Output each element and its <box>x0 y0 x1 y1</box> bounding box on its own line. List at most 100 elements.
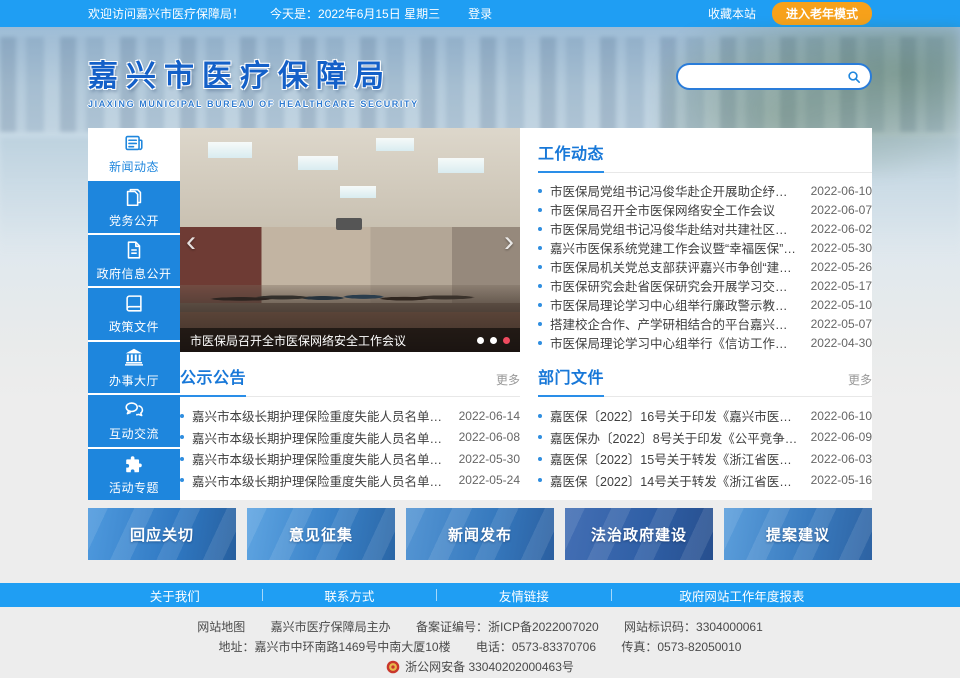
bullet-icon <box>538 322 542 326</box>
dept-file-item[interactable]: 嘉医保〔2022〕15号关于转发《浙江省医疗保... 2022-06-03 <box>538 448 872 470</box>
news-item[interactable]: 嘉兴市医保系统党建工作会议暨“幸福医保”党建联... 2022-05-30 <box>538 238 872 257</box>
announcement-item-title[interactable]: 嘉兴市本级长期护理保险重度失能人员名单公示（2... <box>192 471 447 490</box>
sidebar-item-interaction[interactable]: 互动交流 <box>88 395 180 446</box>
dept-file-item-date: 2022-06-03 <box>811 452 872 466</box>
elder-mode-button[interactable]: 进入老年模式 <box>772 2 872 25</box>
bullet-icon <box>180 478 184 482</box>
dept-file-item-title[interactable]: 嘉医保〔2022〕15号关于转发《浙江省医疗保... <box>550 449 799 468</box>
news-item[interactable]: 市医保局召开全市医保网络安全工作会议 2022-06-07 <box>538 200 872 219</box>
carousel-dot[interactable] <box>503 337 510 344</box>
announcements-list: 嘉兴市本级长期护理保险重度失能人员名单公示（2... 2022-06-14 嘉兴… <box>180 397 520 491</box>
news-item-title[interactable]: 市医保局理论学习中心组举行廉政警示教育专题学习... <box>550 295 799 314</box>
news-item[interactable]: 市医保局机关党总支部获评嘉兴市争创“建设清廉机... 2022-05-26 <box>538 257 872 276</box>
dept-file-item[interactable]: 嘉医保办〔2022〕8号关于印发《公平竞争审查... 2022-06-09 <box>538 427 872 449</box>
fax-text: 传真：0573-82050010 <box>621 640 741 654</box>
banner-news-release[interactable]: 新闻发布 <box>406 508 554 560</box>
news-item-title[interactable]: 市医保局理论学习中心组举行《信访工作条例》专题... <box>550 333 799 352</box>
sitemap-link[interactable]: 网站地图 <box>197 620 245 634</box>
dept-file-item-title[interactable]: 嘉医保〔2022〕16号关于印发《嘉兴市医疗保... <box>550 406 799 425</box>
carousel-photo-projector <box>336 218 362 230</box>
announcements-title[interactable]: 公示公告 <box>180 364 246 397</box>
news-item-title[interactable]: 市医保局党组书记冯俊华赴结对共建社区指导全国文... <box>550 219 799 238</box>
search-box[interactable] <box>676 63 872 90</box>
content-card: 新闻动态 党务公开 政府信息公开 政策文件 <box>88 128 872 500</box>
footer-link-contact[interactable]: 联系方式 <box>263 586 437 605</box>
carousel-caption-bar: 市医保局召开全市医保网络安全工作会议 <box>180 328 520 352</box>
footer-link-about[interactable]: 关于我们 <box>88 586 262 605</box>
public-security-number[interactable]: 浙公网安备 33040202000463号 <box>405 660 574 674</box>
carousel-dots <box>477 337 510 344</box>
news-item-title[interactable]: 市医保研究会赴省医保研究会开展学习交流活动 <box>550 276 799 295</box>
carousel-prev-arrow[interactable]: ‹ <box>186 227 196 257</box>
sidebar-item-policy-files[interactable]: 政策文件 <box>88 288 180 339</box>
news-item-title[interactable]: 市医保局召开全市医保网络安全工作会议 <box>550 200 799 219</box>
announcement-item[interactable]: 嘉兴市本级长期护理保险重度失能人员名单公示（2... 2022-05-30 <box>180 448 520 470</box>
sidebar-item-special-topics[interactable]: 活动专题 <box>88 449 180 500</box>
public-security-emblem-icon <box>386 660 400 674</box>
dept-file-item-date: 2022-05-16 <box>811 473 872 487</box>
carousel-dot[interactable] <box>490 337 497 344</box>
document-icon <box>123 239 145 261</box>
search-icon[interactable] <box>846 69 862 85</box>
dept-file-item-title[interactable]: 嘉医保〔2022〕14号关于转发《浙江省医疗保... <box>550 471 799 490</box>
news-item[interactable]: 市医保研究会赴省医保研究会开展学习交流活动 2022-05-17 <box>538 276 872 295</box>
dept-file-item-title[interactable]: 嘉医保办〔2022〕8号关于印发《公平竞争审查... <box>550 428 799 447</box>
announcement-item[interactable]: 嘉兴市本级长期护理保险重度失能人员名单公示（2... 2022-05-24 <box>180 470 520 492</box>
news-item-title[interactable]: 嘉兴市医保系统党建工作会议暨“幸福医保”党建联... <box>550 238 799 257</box>
news-item[interactable]: 市医保局党组书记冯俊华赴企开展助企纾困活动 2022-06-10 <box>538 181 872 200</box>
dept-files-title[interactable]: 部门文件 <box>538 364 604 397</box>
bullet-icon <box>538 265 542 269</box>
dept-files-more-link[interactable]: 更多 <box>848 371 872 396</box>
news-item[interactable]: 搭建校企合作、产学研相结合的平台嘉兴市长期护理... 2022-05-07 <box>538 314 872 333</box>
banner-rule-of-law-gov[interactable]: 法治政府建设 <box>565 508 713 560</box>
announcement-item-date: 2022-06-14 <box>459 409 520 423</box>
banner-respond-concerns[interactable]: 回应关切 <box>88 508 236 560</box>
favorite-link[interactable]: 收藏本站 <box>708 5 756 22</box>
news-carousel[interactable]: ‹ › 市医保局召开全市医保网络安全工作会议 <box>180 128 520 352</box>
banner-proposals[interactable]: 提案建议 <box>724 508 872 560</box>
news-item[interactable]: 市医保局党组书记冯俊华赴结对共建社区指导全国文... 2022-06-02 <box>538 219 872 238</box>
footer-link-annual-report[interactable]: 政府网站工作年度报表 <box>612 586 872 605</box>
news-item-date: 2022-05-17 <box>811 279 872 293</box>
carousel-dot[interactable] <box>477 337 484 344</box>
carousel-next-arrow[interactable]: › <box>504 227 514 257</box>
sidebar-item-gov-info[interactable]: 政府信息公开 <box>88 235 180 286</box>
today-date: 今天是：2022年6月15日 星期三 <box>270 5 440 22</box>
announcement-item-title[interactable]: 嘉兴市本级长期护理保险重度失能人员名单公示（2... <box>192 449 447 468</box>
dept-files-list: 嘉医保〔2022〕16号关于印发《嘉兴市医疗保... 2022-06-10 嘉医… <box>538 397 872 491</box>
news-item-title[interactable]: 市医保局机关党总支部获评嘉兴市争创“建设清廉机... <box>550 257 799 276</box>
announcement-item-title[interactable]: 嘉兴市本级长期护理保险重度失能人员名单公示（2... <box>192 406 447 425</box>
announcement-item[interactable]: 嘉兴市本级长期护理保险重度失能人员名单公示（2... 2022-06-08 <box>180 427 520 449</box>
search-input[interactable] <box>690 70 846 84</box>
bullet-icon <box>538 457 542 461</box>
section-announcements: 公示公告 更多 嘉兴市本级长期护理保险重度失能人员名单公示（2... 2022-… <box>180 352 520 500</box>
news-item-date: 2022-06-02 <box>811 222 872 236</box>
sidebar-item-party-affairs[interactable]: 党务公开 <box>88 181 180 232</box>
announcement-item-title[interactable]: 嘉兴市本级长期护理保险重度失能人员名单公示（2... <box>192 428 447 447</box>
sidebar-item-news[interactable]: 新闻动态 <box>88 128 180 179</box>
bullet-icon <box>538 189 542 193</box>
work-news-title[interactable]: 工作动态 <box>538 140 604 173</box>
section-dept-files: 部门文件 更多 嘉医保〔2022〕16号关于印发《嘉兴市医疗保... 2022-… <box>538 352 872 500</box>
news-item-title[interactable]: 搭建校企合作、产学研相结合的平台嘉兴市长期护理... <box>550 314 799 333</box>
news-item[interactable]: 市医保局理论学习中心组举行廉政警示教育专题学习... 2022-05-10 <box>538 295 872 314</box>
login-link[interactable]: 登录 <box>468 5 492 22</box>
bullet-icon <box>538 246 542 250</box>
news-item-date: 2022-06-10 <box>811 184 872 198</box>
sidebar-item-service-hall[interactable]: 办事大厅 <box>88 342 180 393</box>
site-logo[interactable]: 嘉兴市医疗保障局 JIAXING MUNICIPAL BUREAU OF HEA… <box>88 51 419 109</box>
quick-link-banners: 回应关切 意见征集 新闻发布 法治政府建设 提案建议 <box>88 508 872 560</box>
dept-file-item[interactable]: 嘉医保〔2022〕16号关于印发《嘉兴市医疗保... 2022-06-10 <box>538 405 872 427</box>
announcement-item[interactable]: 嘉兴市本级长期护理保险重度失能人员名单公示（2... 2022-06-14 <box>180 405 520 427</box>
carousel-photo-ceiling <box>180 128 520 227</box>
banner-opinion-collection[interactable]: 意见征集 <box>247 508 395 560</box>
pages-icon <box>123 186 145 208</box>
news-item-title[interactable]: 市医保局党组书记冯俊华赴企开展助企纾困活动 <box>550 181 799 200</box>
carousel-caption[interactable]: 市医保局召开全市医保网络安全工作会议 <box>190 332 469 349</box>
footer-link-friendly-links[interactable]: 友情链接 <box>437 586 611 605</box>
dept-file-item[interactable]: 嘉医保〔2022〕14号关于转发《浙江省医疗保... 2022-05-16 <box>538 470 872 492</box>
news-item-date: 2022-05-30 <box>811 241 872 255</box>
news-item[interactable]: 市医保局理论学习中心组举行《信访工作条例》专题... 2022-04-30 <box>538 333 872 352</box>
announcements-more-link[interactable]: 更多 <box>496 371 520 396</box>
puzzle-icon <box>123 453 145 475</box>
